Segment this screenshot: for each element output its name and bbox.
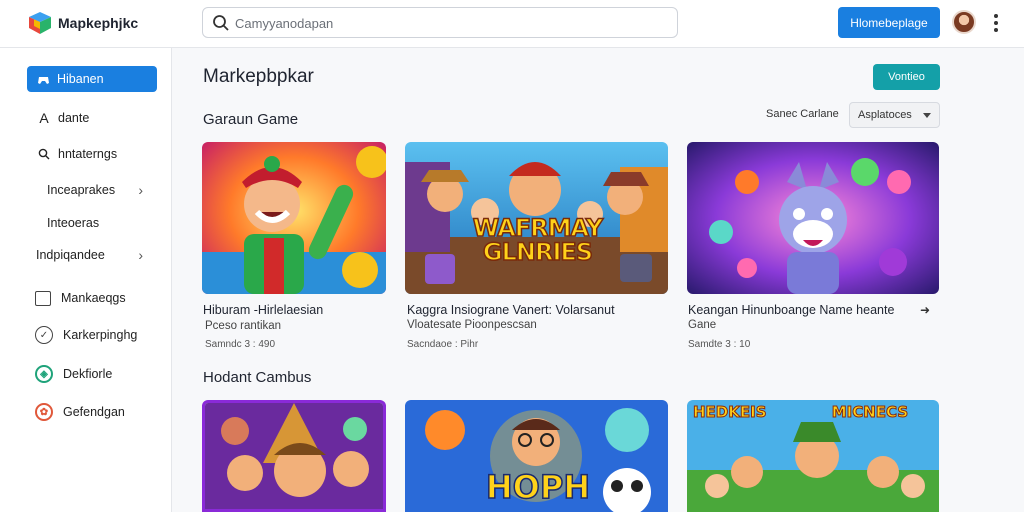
sidebar-item-label: Inceaprakes — [47, 183, 116, 197]
more-menu-icon[interactable] — [988, 12, 1004, 34]
search-bar[interactable] — [202, 7, 678, 38]
sidebar-item-active[interactable]: Hibanen — [27, 66, 157, 92]
sidebar-item-label: Hibanen — [57, 72, 104, 86]
badge-icon: ✿ — [35, 403, 53, 421]
caret-down-icon — [923, 113, 931, 118]
sidebar-item-label: Indpiqandee — [36, 248, 105, 262]
game-thumbnail[interactable] — [687, 142, 939, 294]
game-thumbnail[interactable] — [202, 400, 386, 512]
text-icon: A — [39, 110, 49, 126]
chevron-right-icon: › — [138, 247, 143, 263]
controller-icon — [35, 71, 51, 87]
card-subtitle: Vloatesate Pioonpescsan — [407, 319, 537, 331]
window-icon — [35, 290, 51, 306]
action-button[interactable]: Vontieo — [873, 64, 940, 90]
game-thumbnail[interactable]: HEDKEIS MICNECS — [687, 400, 939, 512]
card-subtitle: Gane — [688, 319, 717, 331]
logo-cube-icon[interactable] — [28, 11, 52, 35]
sort-dropdown[interactable]: Asplatoces — [849, 102, 940, 128]
sidebar-item[interactable]: A dante — [36, 105, 89, 131]
sidebar-item-label: dante — [58, 111, 90, 125]
page-title: Markepbpkar — [203, 66, 314, 87]
section-title: Garaun Game — [203, 111, 299, 128]
sidebar-item[interactable]: ✿ Gefendgan — [35, 399, 125, 425]
sort-value: Asplatoces — [858, 109, 912, 121]
avatar[interactable] — [952, 10, 976, 34]
search-input[interactable] — [235, 12, 665, 34]
arrow-right-icon[interactable]: ➜ — [920, 303, 930, 317]
section-title: Hodant Cambus — [203, 369, 312, 386]
sidebar-item-label: Inteoeras — [47, 216, 100, 230]
sidebar-item[interactable]: ✓ Karkerpinghg — [35, 322, 137, 348]
gift-icon: ◈ — [35, 365, 53, 383]
card-meta: Samdte 3 : 10 — [688, 339, 751, 350]
card-subtitle: Pceso rantikan — [205, 320, 282, 332]
sidebar-subitem[interactable]: Inteoeras — [47, 210, 99, 236]
sort-label: Sanec Carlane — [766, 108, 839, 120]
card-title[interactable]: Hiburam -Hirlelaesian — [203, 302, 323, 318]
card-meta: Sacndaoe : Pihr — [407, 339, 479, 350]
sidebar-item-label: Dekfiorle — [63, 367, 113, 381]
app-brand: Mapkephjkc — [58, 15, 139, 31]
check-circle-icon: ✓ — [35, 326, 53, 344]
thumbnail-art-text: HOPH — [485, 467, 591, 507]
thumbnail-art-text: WAFRMAY GLNRIES — [472, 214, 604, 266]
search-icon — [213, 15, 229, 31]
sidebar-item[interactable]: hntaterngs — [36, 141, 117, 167]
sidebar-item[interactable]: Mankaeqgs — [35, 285, 126, 311]
sidebar-item-label: Mankaeqgs — [61, 291, 126, 305]
card-title[interactable]: Keangan Hinunboange Name heante — [688, 302, 913, 318]
game-thumbnail[interactable]: WAFRMAY GLNRIES — [405, 142, 668, 294]
card-title[interactable]: Kaggra Insiograne Vanert: Volarsanut — [407, 302, 615, 318]
game-thumbnail[interactable] — [202, 142, 386, 294]
sidebar-item-label: Karkerpinghg — [63, 328, 138, 342]
card-meta: Samndc 3 : 490 — [205, 339, 276, 350]
sidebar-item-label: Gefendgan — [63, 405, 125, 419]
top-bar: Mapkephjkc Hlomebeplage — [0, 0, 1024, 48]
chevron-right-icon: › — [138, 182, 143, 198]
sidebar: Hibanen A dante hntaterngs Inceaprakes ›… — [0, 48, 172, 512]
search-icon — [36, 146, 52, 162]
sidebar-item[interactable]: Indpiqandee › — [36, 242, 159, 268]
game-thumbnail[interactable]: HOPH — [405, 400, 668, 512]
sidebar-item[interactable]: ◈ Dekfiorle — [35, 361, 112, 387]
sidebar-subitem[interactable]: Inceaprakes › — [47, 177, 159, 203]
primary-header-button[interactable]: Hlomebeplage — [838, 7, 940, 38]
thumbnail-art-text: HEDKEIS MICNECS — [693, 403, 909, 421]
sidebar-item-label: hntaterngs — [58, 147, 118, 161]
